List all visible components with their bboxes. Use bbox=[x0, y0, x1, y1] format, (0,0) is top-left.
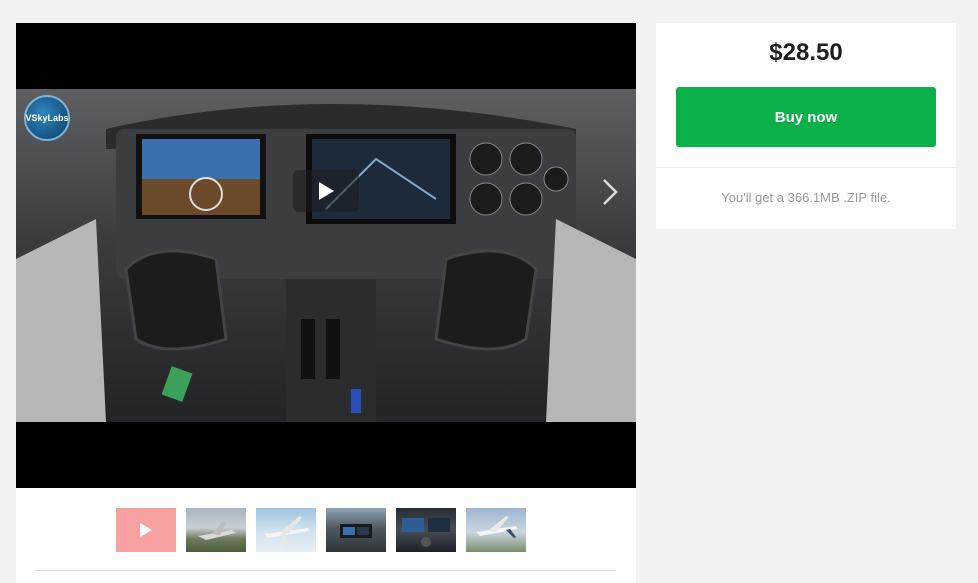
price-label: $28.50 bbox=[769, 39, 843, 66]
file-info-text: You'll get a 366.1MB .ZIP file. bbox=[721, 190, 891, 205]
thumbnail-image[interactable] bbox=[396, 508, 456, 552]
thumbnail-strip bbox=[116, 508, 526, 552]
thumbnail-image[interactable] bbox=[186, 508, 246, 552]
gallery-divider bbox=[36, 570, 616, 571]
thumbnail-image[interactable] bbox=[326, 508, 386, 552]
thumbnail-image[interactable] bbox=[466, 508, 526, 552]
buy-now-button[interactable]: Buy now bbox=[676, 87, 936, 147]
cockpit-photo bbox=[340, 524, 372, 538]
chevron-right-icon bbox=[603, 179, 618, 205]
cockpit-illustration bbox=[16, 104, 636, 422]
next-slide-button[interactable] bbox=[598, 177, 622, 207]
video-player[interactable]: VSkyLabs bbox=[16, 23, 636, 488]
play-icon bbox=[140, 523, 152, 537]
aircraft-photo bbox=[476, 516, 518, 538]
aircraft-photo bbox=[198, 522, 236, 540]
panel-divider bbox=[656, 167, 956, 168]
cockpit-photo bbox=[402, 518, 450, 547]
thumbnail-image[interactable] bbox=[256, 508, 316, 552]
play-button[interactable] bbox=[293, 170, 359, 212]
purchase-panel: $28.50 Buy now You'll get a 366.1MB .ZIP… bbox=[656, 23, 956, 229]
thumbnail-video[interactable] bbox=[116, 508, 176, 552]
aircraft-photo bbox=[264, 516, 310, 548]
video-frame[interactable]: VSkyLabs bbox=[16, 89, 636, 422]
vskylabs-logo: VSkyLabs bbox=[24, 95, 70, 141]
play-icon bbox=[319, 182, 334, 200]
product-gallery: VSkyLabs bbox=[16, 23, 636, 583]
